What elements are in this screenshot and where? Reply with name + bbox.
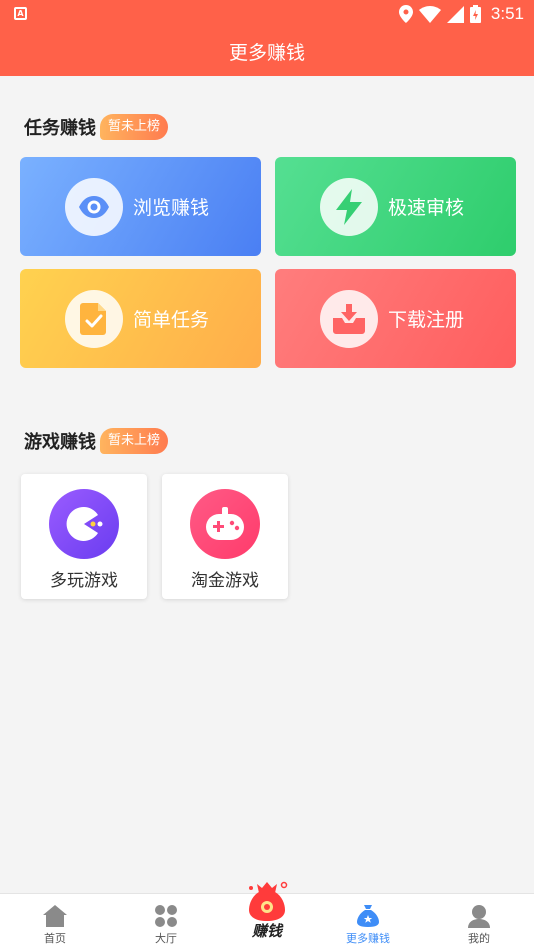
duowan-game-name: 多玩游戏	[50, 571, 118, 591]
rank-badge: 暂未上榜	[100, 114, 169, 140]
task-section-title: 任务赚钱 暂未上榜	[24, 114, 169, 140]
game-section-title: 游戏赚钱 暂未上榜	[24, 428, 169, 454]
eye-icon	[65, 177, 123, 236]
page-title: 更多赚钱	[228, 42, 305, 64]
gamepad-icon	[190, 489, 260, 559]
pacman-icon	[49, 489, 119, 559]
tab-more-earn[interactable]: 更多赚钱	[315, 894, 421, 950]
tab-earn[interactable]: 赚钱	[230, 880, 304, 944]
profile-icon	[467, 904, 491, 928]
tab-profile[interactable]: 我的	[426, 894, 532, 950]
tab-home[interactable]: 首页	[2, 894, 108, 950]
battery-icon	[469, 5, 481, 23]
clock: 3:51	[490, 4, 524, 23]
wifi-icon	[418, 5, 441, 23]
tab-hall-label: 大厅	[155, 932, 177, 945]
tab-earn-label: 赚钱	[251, 922, 282, 940]
location-icon	[398, 5, 413, 23]
tab-hall[interactable]: 大厅	[113, 894, 219, 950]
home-icon	[43, 904, 67, 928]
browse-earn-label: 浏览赚钱	[133, 197, 210, 219]
rank-badge: 暂未上榜	[100, 428, 169, 454]
download-register-card[interactable]: 下载注册	[275, 269, 516, 368]
header: 更多赚钱	[0, 28, 534, 76]
app-notification-icon: A	[14, 7, 27, 20]
task-section-label: 任务赚钱	[24, 118, 96, 139]
document-check-icon	[65, 289, 123, 348]
download-tray-icon	[320, 289, 378, 348]
game-section-label: 游戏赚钱	[24, 432, 96, 453]
download-register-label: 下载注册	[388, 309, 465, 331]
signal-icon	[446, 5, 464, 23]
tab-more-earn-label: 更多赚钱	[346, 932, 390, 945]
taojin-game-card[interactable]: 淘金游戏	[162, 474, 288, 599]
browse-earn-card[interactable]: 浏览赚钱	[20, 157, 261, 256]
status-icons: 3:51	[398, 3, 524, 25]
grid-icon	[154, 904, 178, 928]
fast-review-card[interactable]: 极速审核	[275, 157, 516, 256]
tab-home-label: 首页	[44, 932, 66, 945]
fast-review-label: 极速审核	[388, 197, 465, 219]
taojin-game-name: 淘金游戏	[191, 571, 259, 591]
tab-profile-label: 我的	[468, 932, 490, 945]
simple-task-label: 简单任务	[133, 309, 210, 331]
money-sack-icon	[356, 904, 380, 928]
status-bar: A 3:51	[0, 0, 534, 28]
duowan-game-card[interactable]: 多玩游戏	[21, 474, 147, 599]
simple-task-card[interactable]: 简单任务	[20, 269, 261, 368]
lightning-icon	[320, 177, 378, 236]
